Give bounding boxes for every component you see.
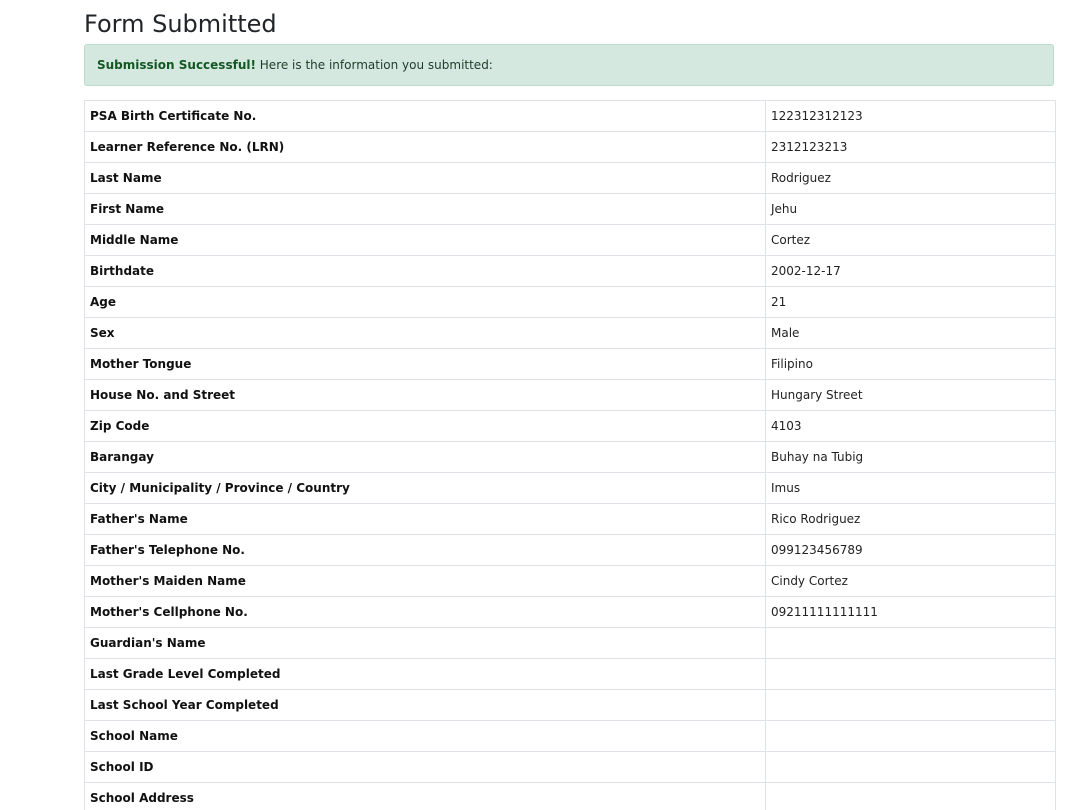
field-label: Guardian's Name xyxy=(84,627,766,659)
field-value xyxy=(765,782,1056,810)
field-label: Sex xyxy=(84,317,766,349)
table-row: Last Grade Level Completed xyxy=(84,658,1056,690)
field-label: School Name xyxy=(84,720,766,752)
table-row: School Address xyxy=(84,782,1056,810)
field-label: City / Municipality / Province / Country xyxy=(84,472,766,504)
table-row: Mother's Cellphone No. 09211111111111 xyxy=(84,596,1056,628)
field-label: School ID xyxy=(84,751,766,783)
field-value: 099123456789 xyxy=(765,534,1056,566)
field-value: 09211111111111 xyxy=(765,596,1056,628)
field-label: Learner Reference No. (LRN) xyxy=(84,131,766,163)
table-row: Mother Tongue Filipino xyxy=(84,348,1056,380)
field-label: House No. and Street xyxy=(84,379,766,411)
table-row: First Name Jehu xyxy=(84,193,1056,225)
field-label: Middle Name xyxy=(84,224,766,256)
field-value: Cindy Cortez xyxy=(765,565,1056,597)
field-label: Last Grade Level Completed xyxy=(84,658,766,690)
table-row: Birthdate 2002-12-17 xyxy=(84,255,1056,287)
field-value: 4103 xyxy=(765,410,1056,442)
table-row: Learner Reference No. (LRN) 2312123213 xyxy=(84,131,1056,163)
field-value: Rico Rodriguez xyxy=(765,503,1056,535)
field-label: PSA Birth Certificate No. xyxy=(84,100,766,132)
field-value: Jehu xyxy=(765,193,1056,225)
page: Form Submitted Submission Successful! He… xyxy=(0,0,1089,810)
table-row: Guardian's Name xyxy=(84,627,1056,659)
alert-strong-text: Submission Successful! xyxy=(97,58,256,72)
table-row: Father's Telephone No. 099123456789 xyxy=(84,534,1056,566)
field-label: Mother Tongue xyxy=(84,348,766,380)
field-label: Mother's Maiden Name xyxy=(84,565,766,597)
field-label: Father's Telephone No. xyxy=(84,534,766,566)
field-value xyxy=(765,720,1056,752)
field-label: Last School Year Completed xyxy=(84,689,766,721)
table-row: Barangay Buhay na Tubig xyxy=(84,441,1056,473)
field-value: Imus xyxy=(765,472,1056,504)
field-label: Barangay xyxy=(84,441,766,473)
field-value: 122312312123 xyxy=(765,100,1056,132)
table-row: Father's Name Rico Rodriguez xyxy=(84,503,1056,535)
field-value: 21 xyxy=(765,286,1056,318)
table-row: House No. and Street Hungary Street xyxy=(84,379,1056,411)
field-value: Hungary Street xyxy=(765,379,1056,411)
success-alert: Submission Successful! Here is the infor… xyxy=(84,44,1054,86)
field-label: Age xyxy=(84,286,766,318)
field-label: First Name xyxy=(84,193,766,225)
table-row: School ID xyxy=(84,751,1056,783)
field-value: Filipino xyxy=(765,348,1056,380)
field-value xyxy=(765,627,1056,659)
table-row: PSA Birth Certificate No. 122312312123 xyxy=(84,100,1056,132)
field-value xyxy=(765,751,1056,783)
field-label: Zip Code xyxy=(84,410,766,442)
field-value: 2312123213 xyxy=(765,131,1056,163)
field-label: Mother's Cellphone No. xyxy=(84,596,766,628)
field-value: Male xyxy=(765,317,1056,349)
field-value xyxy=(765,689,1056,721)
table-row: School Name xyxy=(84,720,1056,752)
field-value: Buhay na Tubig xyxy=(765,441,1056,473)
table-row: Sex Male xyxy=(84,317,1056,349)
field-label: Last Name xyxy=(84,162,766,194)
table-row: Age 21 xyxy=(84,286,1056,318)
table-row: Last School Year Completed xyxy=(84,689,1056,721)
field-label: Birthdate xyxy=(84,255,766,287)
field-value: 2002-12-17 xyxy=(765,255,1056,287)
field-value: Cortez xyxy=(765,224,1056,256)
table-row: Last Name Rodriguez xyxy=(84,162,1056,194)
alert-message: Here is the information you submitted: xyxy=(259,58,493,72)
field-label: Father's Name xyxy=(84,503,766,535)
table-row: City / Municipality / Province / Country… xyxy=(84,472,1056,504)
field-value: Rodriguez xyxy=(765,162,1056,194)
field-label: School Address xyxy=(84,782,766,810)
submitted-info-table: PSA Birth Certificate No. 122312312123 Lea… xyxy=(84,100,1056,810)
table-row: Zip Code 4103 xyxy=(84,410,1056,442)
table-row: Middle Name Cortez xyxy=(84,224,1056,256)
page-title: Form Submitted xyxy=(84,10,277,38)
table-row: Mother's Maiden Name Cindy Cortez xyxy=(84,565,1056,597)
field-value xyxy=(765,658,1056,690)
